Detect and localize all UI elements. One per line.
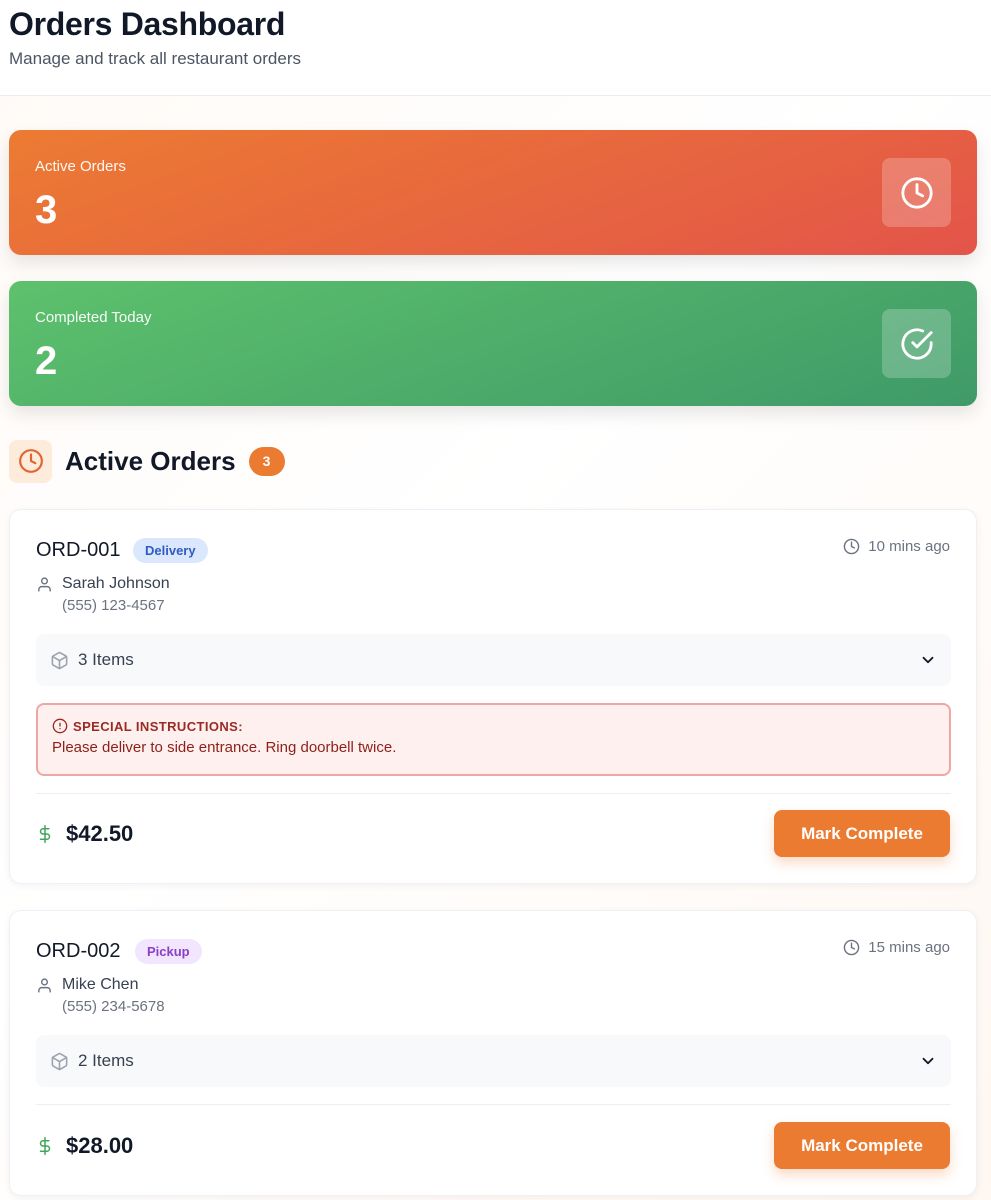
completed-today-stat-card: Completed Today 2 [9,281,977,406]
chevron-down-icon[interactable] [919,1052,937,1070]
package-icon [51,1052,68,1070]
customer-phone: (555) 234-5678 [62,998,165,1015]
order-total: $42.50 [36,821,133,847]
clock-icon [9,439,52,483]
items-toggle[interactable]: 3 Items [36,634,951,686]
order-time: 10 mins ago [843,538,950,555]
order-card: ORD-001 Delivery 10 mins ago Sarah Johns… [9,509,977,884]
order-card: ORD-002 Pickup 15 mins ago Mike Chen (55… [9,910,977,1196]
stat-label: Completed Today [35,309,152,326]
user-icon [38,977,51,993]
order-total: $28.00 [36,1133,133,1159]
mark-complete-button[interactable]: Mark Complete [774,810,950,857]
divider [36,793,951,794]
customer-info: Mike Chen [36,976,138,994]
stat-label: Active Orders [35,158,126,175]
items-count: 3 Items [78,650,134,669]
clock-icon [882,158,951,227]
user-icon [38,576,51,592]
section-title: Active Orders [65,445,236,476]
mark-complete-button[interactable]: Mark Complete [774,1122,950,1169]
active-orders-stat-card: Active Orders 3 [9,130,977,255]
stat-value: 2 [35,339,58,383]
check-circle-icon [882,309,951,378]
divider [36,1104,951,1105]
time-text: 10 mins ago [868,538,950,555]
special-instructions: SPECIAL INSTRUCTIONS: Please deliver to … [36,703,951,776]
items-toggle[interactable]: 2 Items [36,1035,951,1087]
price: $42.50 [66,821,134,846]
time-text: 15 mins ago [868,939,950,956]
customer-phone: (555) 123-4567 [62,597,165,614]
dollar-icon [39,1137,51,1155]
stat-value: 3 [35,188,58,232]
alert-circle-icon [52,718,68,734]
order-time: 15 mins ago [843,939,950,956]
instructions-text: Please deliver to side entrance. Ring do… [52,739,397,756]
page-header: Orders Dashboard Manage and track all re… [0,0,991,96]
customer-name: Mike Chen [62,976,139,993]
order-id: ORD-002 [36,940,121,962]
order-id: ORD-001 [36,539,121,561]
page-title: Orders Dashboard [9,6,286,42]
customer-info: Sarah Johnson [36,575,170,593]
order-type-badge: Delivery [133,538,208,563]
items-count: 2 Items [78,1051,134,1070]
dollar-icon [39,825,51,843]
order-type-badge: Pickup [135,939,202,964]
clock-icon [843,939,860,956]
price: $28.00 [66,1133,134,1158]
count-badge: 3 [248,446,285,476]
chevron-down-icon[interactable] [919,651,937,669]
clock-icon [843,538,860,555]
instructions-label: SPECIAL INSTRUCTIONS: [73,718,243,734]
customer-name: Sarah Johnson [62,575,170,592]
page-subtitle: Manage and track all restaurant orders [9,49,301,68]
active-orders-section-header: Active Orders 3 [9,439,285,483]
instructions-header: SPECIAL INSTRUCTIONS: [52,718,935,734]
package-icon [51,651,68,669]
